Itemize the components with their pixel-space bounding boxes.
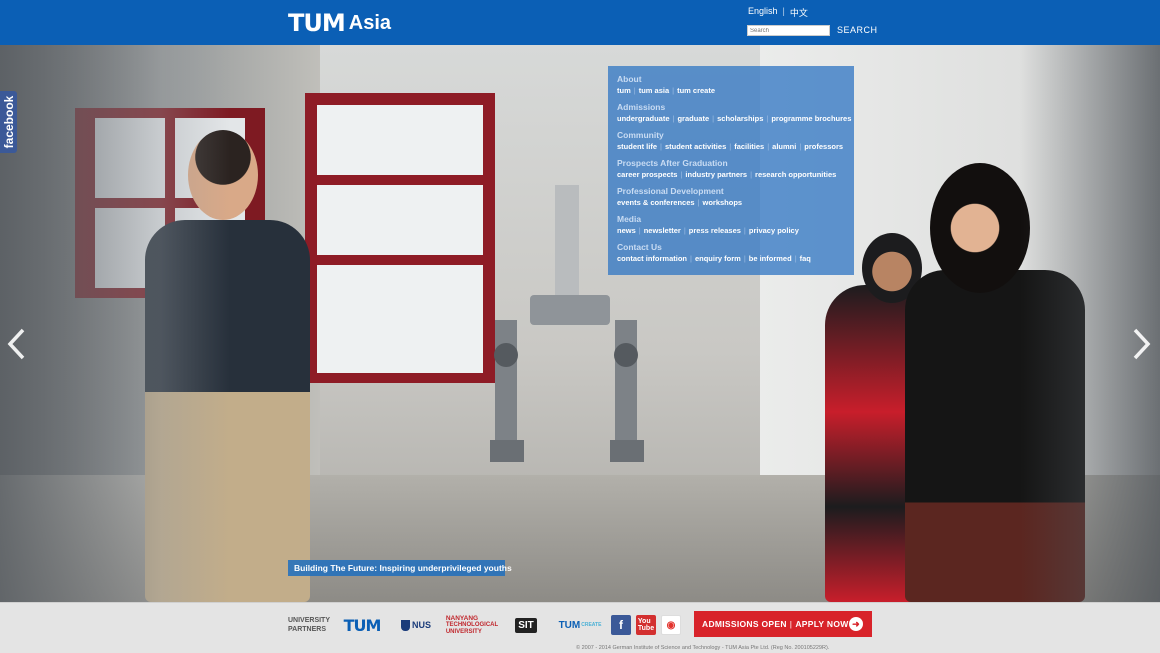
person-woman-right-head [930,163,1030,293]
partners-label-line-2: PARTNERS [288,626,326,633]
menu-link[interactable]: scholarships [717,114,763,123]
search-button[interactable]: SEARCH [837,25,878,35]
logo-text: Asia [348,12,391,34]
foreground-machinery-left [0,45,230,602]
foreground-machinery-right [1020,45,1160,602]
partner-ntu-logo[interactable]: NANYANG TECHNOLOGICAL UNIVERSITY [446,614,498,636]
menu-section-media[interactable]: Media [617,213,854,225]
copyright-text: © 2007 - 2014 German Institute of Scienc… [576,645,830,651]
menu-links-about: tum | tum asia | tum create [617,86,716,95]
menu-section-about[interactable]: About [617,73,854,85]
facebook-icon[interactable]: f [611,615,631,635]
menu-link[interactable]: enquiry form [695,254,741,263]
partner-tum-logo[interactable]: TUM [344,614,382,636]
site-footer: UNIVERSITY PARTNERS TUM NUS NANYANG TECH… [0,602,1160,653]
admissions-separator: | [789,619,793,629]
partner-tum-create-logo[interactable]: TUM CREATE [557,614,603,636]
menu-link[interactable]: press releases [689,226,741,235]
partner-create-mark: TUM [558,619,581,631]
site-header: TUM Asia English | 中文 SEARCH [0,0,1160,45]
menu-link[interactable]: events & conferences [617,198,695,207]
menu-link[interactable]: research opportunities [755,170,836,179]
lang-separator: | [782,6,785,16]
slide-caption[interactable]: Building The Future: Inspiring underpriv… [288,560,512,576]
menu-links-professional: events & conferences | workshops [617,198,743,207]
menu-section-contact[interactable]: Contact Us [617,241,854,253]
site-menu-panel: About tum | tum asia | tum create Admissions… [608,66,854,275]
menu-link[interactable]: facilities [734,142,764,151]
menu-link[interactable]: programme brochures [771,114,851,123]
menu-link[interactable]: professors [804,142,843,151]
hero-slider [0,45,1160,602]
facebook-side-tab[interactable]: facebook [0,91,17,153]
partner-ntu-label-line-2: TECHNOLOGICAL [445,621,499,628]
menu-links-prospects: career prospects | industry partners | resea… [617,170,837,179]
menu-link[interactable]: faq [800,254,811,263]
partner-nus-logo[interactable]: NUS [397,614,435,636]
menu-links-contact: contact information | enquiry form | be info… [617,254,811,263]
menu-links-community: student life | student activities | faciliti… [617,142,844,151]
partner-ntu-label-line-1: NANYANG [445,614,479,622]
menu-link[interactable]: privacy policy [749,226,799,235]
language-switcher: English | 中文 [748,6,808,19]
menu-link[interactable]: graduate [677,114,709,123]
menu-links-media: news | newsletter | press releases | privacy p… [617,226,799,235]
menu-section-professional[interactable]: Professional Development [617,185,854,197]
search-input[interactable] [747,25,830,36]
lang-chinese-link[interactable]: 中文 [790,6,808,19]
menu-link[interactable]: contact information [617,254,687,263]
menu-section-admissions[interactable]: Admissions [617,101,854,113]
menu-links-admissions: undergraduate | graduate | scholarships | prog… [617,114,852,123]
menu-link[interactable]: alumni [772,142,796,151]
menu-link[interactable]: newsletter [644,226,681,235]
partner-ntu-label: NANYANG TECHNOLOGICAL UNIVERSITY [446,615,498,636]
partner-ntu-label-line-3: UNIVERSITY [445,628,482,635]
partners-label-line-1: UNIVERSITY [288,617,331,624]
menu-link[interactable]: student life [617,142,657,151]
tum-asia-logo[interactable]: TUM Asia [288,11,391,35]
partner-sit-logo[interactable]: SIT [503,614,549,636]
lang-english-link[interactable]: English [748,6,778,19]
menu-link[interactable]: undergraduate [617,114,670,123]
menu-link[interactable]: career prospects [617,170,677,179]
partner-sit-label: SIT [515,617,537,633]
menu-link[interactable]: news [617,226,636,235]
hero-window-center [305,93,495,383]
partners-label: UNIVERSITY PARTNERS [288,616,330,634]
facebook-tab-label: facebook [2,95,16,149]
menu-link[interactable]: workshops [703,198,743,207]
arrow-right-circle-icon: ➜ [849,617,863,631]
menu-link[interactable]: student activities [665,142,726,151]
apply-now-label: APPLY NOW [795,619,849,629]
logo-mark: TUM [288,9,346,37]
slider-next-arrow-icon[interactable] [1132,327,1152,361]
menu-link[interactable]: be informed [749,254,792,263]
weibo-icon[interactable]: ◉ [661,615,681,635]
menu-section-prospects[interactable]: Prospects After Graduation [617,157,854,169]
admissions-apply-button[interactable]: ADMISSIONS OPEN | APPLY NOW ➜ [694,611,872,637]
nus-crest-icon [400,619,410,631]
menu-link[interactable]: tum create [677,86,715,95]
menu-section-community[interactable]: Community [617,129,854,141]
partner-nus-label: NUS [411,620,431,630]
menu-link[interactable]: tum [617,86,631,95]
menu-link[interactable]: industry partners [685,170,747,179]
menu-link[interactable]: tum asia [639,86,669,95]
youtube-icon[interactable]: You Tube [636,615,656,635]
admissions-open-label: ADMISSIONS OPEN [702,619,787,629]
partner-create-suffix: CREATE [581,622,602,628]
slider-prev-arrow-icon[interactable] [6,327,26,361]
